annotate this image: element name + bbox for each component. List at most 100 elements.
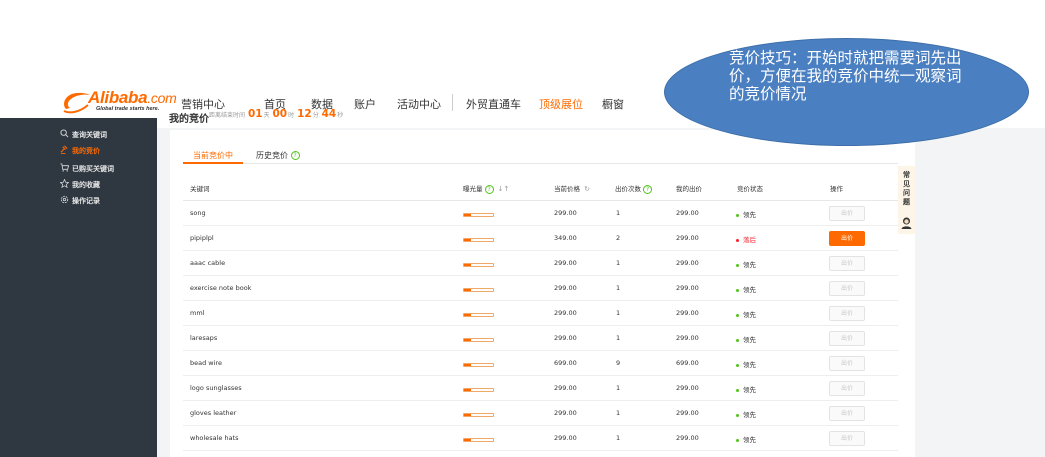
keyword-cell: bead wire (190, 359, 222, 367)
bid-button[interactable]: 出价 (829, 431, 865, 446)
status-dot (736, 413, 739, 417)
exposure-bar (463, 238, 494, 242)
status-badge: 领先 (736, 309, 756, 319)
sidebar-item-search-keyword[interactable]: 查询关键词 (0, 128, 157, 142)
bid-button[interactable]: 出价 (829, 331, 865, 346)
refresh-icon[interactable]: ↻ (584, 185, 590, 193)
keyword-cell: pipiplpl (190, 234, 214, 242)
exposure-bar-fill (464, 439, 472, 441)
exposure-bar-fill (464, 314, 472, 316)
status-badge: 领先 (736, 359, 756, 369)
bid-button[interactable]: 出价 (829, 406, 865, 421)
keyword-cell: exercise note book (190, 284, 252, 292)
sidebar-item-label: 我的竞价 (72, 147, 100, 155)
exposure-bar (463, 338, 494, 342)
bid-count-cell: 2 (616, 234, 621, 242)
sidebar-item-label: 已购买关键词 (72, 165, 114, 173)
exposure-bar-fill (464, 214, 472, 216)
status-badge: 领先 (736, 259, 756, 269)
current-price-cell: 299.00 (554, 209, 577, 217)
status-badge: 落后 (736, 234, 756, 244)
exposure-bar (463, 388, 494, 392)
help-icon[interactable]: ? (643, 184, 653, 194)
sidebar-item-purchased-keywords[interactable]: 已购买关键词 (0, 162, 157, 176)
nav-showcase[interactable]: 橱窗 (602, 96, 624, 112)
bid-button[interactable]: 出价 (829, 256, 865, 271)
current-price-cell: 299.00 (554, 409, 577, 417)
status-dot (736, 438, 739, 442)
bid-button[interactable]: 出价 (829, 281, 865, 296)
my-bid-cell: 299.00 (676, 309, 699, 317)
bid-button[interactable]: 出价 (829, 356, 865, 371)
status-dot (736, 363, 739, 367)
countdown-days-unit: 天 (263, 112, 270, 119)
status-label: 领先 (743, 336, 756, 344)
help-icon[interactable]: ? (484, 184, 494, 194)
exposure-bar-fill (464, 339, 472, 341)
table-row: wholesale hats 299.00 1 299.00 领先 出价 (183, 426, 898, 451)
status-label: 领先 (743, 286, 756, 294)
status-label: 领先 (743, 261, 756, 269)
countdown-minutes-unit: 分 (312, 112, 319, 119)
column-header-bid-count: 出价次数 ? (615, 183, 653, 194)
logo-tagline: Global trade starts here. (96, 106, 160, 112)
bid-button[interactable]: 出价 (829, 231, 865, 246)
bid-button[interactable]: 出价 (829, 306, 865, 321)
status-label: 领先 (743, 411, 756, 419)
bid-button[interactable]: 出价 (829, 206, 865, 221)
sidebar-item-my-bids[interactable]: 我的竞价 (0, 144, 157, 158)
star-icon (60, 179, 69, 188)
sidebar-item-label: 我的收藏 (72, 181, 100, 189)
status-label: 领先 (743, 361, 756, 369)
status-dot (736, 288, 739, 292)
status-badge: 领先 (736, 284, 756, 294)
exposure-header-label: 曝光量 (463, 185, 483, 193)
countdown-hours-unit: 时 (288, 112, 295, 119)
exposure-bar (463, 263, 494, 267)
gear-icon (60, 195, 69, 204)
my-bid-cell: 299.00 (676, 434, 699, 442)
nav-p4p[interactable]: 外贸直通车 (466, 96, 521, 112)
my-bid-cell: 299.00 (676, 234, 699, 242)
table-row: mml 299.00 1 299.00 领先 出价 (183, 301, 898, 326)
countdown-seconds: 44 (321, 108, 337, 120)
column-header-exposure[interactable]: 曝光量 ? ↓↑ (463, 183, 509, 194)
tab-history-bids[interactable]: 历史竞价 ? (256, 150, 300, 161)
current-price-cell: 299.00 (554, 384, 577, 392)
my-bid-cell: 299.00 (676, 409, 699, 417)
bid-count-cell: 1 (616, 384, 621, 392)
sort-icon[interactable]: ↓↑ (498, 185, 510, 193)
tab-current-bids[interactable]: 当前竞价中 (193, 150, 233, 161)
tab-history-label: 历史竞价 (256, 151, 288, 160)
exposure-bar-fill (464, 239, 472, 241)
help-icon[interactable]: ? (290, 151, 300, 160)
current-price-cell: 699.00 (554, 359, 577, 367)
callout-text: 竞价技巧：开始时就把需要词先出价，方便在我的竞价中统一观察词的竞价情况 (729, 49, 962, 103)
faq-side-tab[interactable]: 常见问题 (898, 166, 915, 234)
bid-button[interactable]: 出价 (829, 381, 865, 396)
status-badge: 领先 (736, 209, 756, 219)
current-price-cell: 299.00 (554, 309, 577, 317)
countdown-minutes: 12 (297, 108, 312, 120)
current-price-label: 当前价格 (554, 185, 580, 193)
countdown-days: 01 (247, 108, 263, 120)
current-price-cell: 299.00 (554, 284, 577, 292)
bid-count-cell: 1 (616, 209, 621, 217)
table-row: laresaps 299.00 1 299.00 领先 出价 (183, 326, 898, 351)
exposure-bar-fill (464, 389, 472, 391)
column-header-current-price[interactable]: 当前价格 ↻ (554, 183, 590, 193)
keyword-cell: aaac cable (190, 259, 226, 267)
nav-activity-center[interactable]: 活动中心 (397, 96, 441, 112)
bid-count-cell: 1 (616, 334, 621, 342)
sidebar-item-operation-log[interactable]: 操作记录 (0, 194, 157, 208)
alibaba-logo[interactable]: Alibaba.com Global trade starts here. (60, 88, 177, 117)
faq-label: 常见问题 (903, 171, 910, 206)
status-dot (736, 338, 739, 342)
sidebar-item-favorites[interactable]: 我的收藏 (0, 178, 157, 192)
nav-account[interactable]: 账户 (354, 96, 376, 112)
status-badge: 领先 (736, 384, 756, 394)
nav-top-booth[interactable]: 顶级展位 (539, 96, 583, 112)
bid-count-cell: 1 (616, 259, 621, 267)
keyword-cell: mml (190, 309, 205, 317)
table-row: song 299.00 1 299.00 领先 出价 (183, 201, 898, 226)
